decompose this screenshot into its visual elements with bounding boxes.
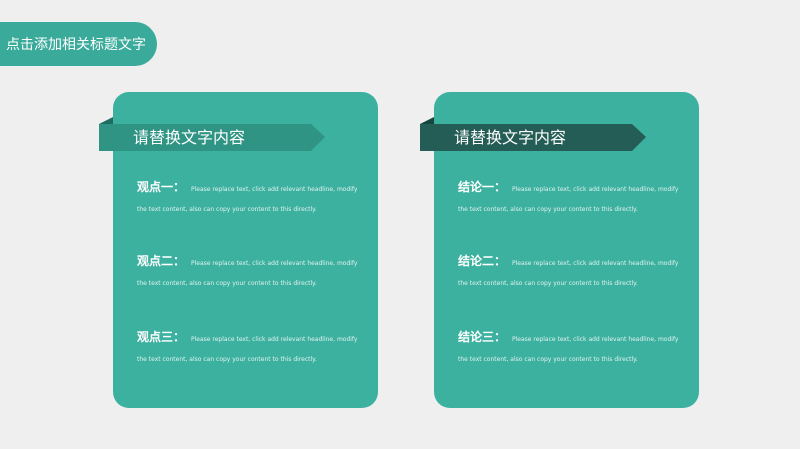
viewpoint-item: 观点二： Please replace text, click add relev… [137, 250, 362, 290]
conclusion-label[interactable]: 结论二： [458, 254, 506, 268]
conclusions-card-heading-ribbon: 请替换文字内容 [420, 117, 646, 151]
viewpoints-card: 请替换文字内容 观点一： Please replace text, click a… [99, 92, 378, 408]
viewpoints-card-heading[interactable]: 请替换文字内容 [133, 124, 245, 148]
slide-title-banner: 点击添加相关标题文字 [0, 22, 157, 66]
conclusion-item: 结论一： Please replace text, click add relev… [458, 176, 683, 216]
viewpoint-label[interactable]: 观点三： [137, 330, 185, 344]
viewpoints-card-heading-ribbon: 请替换文字内容 [99, 117, 325, 151]
conclusion-item: 结论三： Please replace text, click add relev… [458, 326, 683, 366]
viewpoint-item: 观点三： Please replace text, click add relev… [137, 326, 362, 366]
slide-title[interactable]: 点击添加相关标题文字 [0, 34, 146, 54]
conclusion-item: 结论二： Please replace text, click add relev… [458, 250, 683, 290]
viewpoint-label[interactable]: 观点一： [137, 180, 185, 194]
viewpoint-item: 观点一： Please replace text, click add relev… [137, 176, 362, 216]
conclusion-label[interactable]: 结论一： [458, 180, 506, 194]
conclusion-label[interactable]: 结论三： [458, 330, 506, 344]
conclusions-card-heading[interactable]: 请替换文字内容 [454, 124, 566, 148]
conclusions-card: 请替换文字内容 结论一： Please replace text, click a… [420, 92, 699, 408]
viewpoint-label[interactable]: 观点二： [137, 254, 185, 268]
